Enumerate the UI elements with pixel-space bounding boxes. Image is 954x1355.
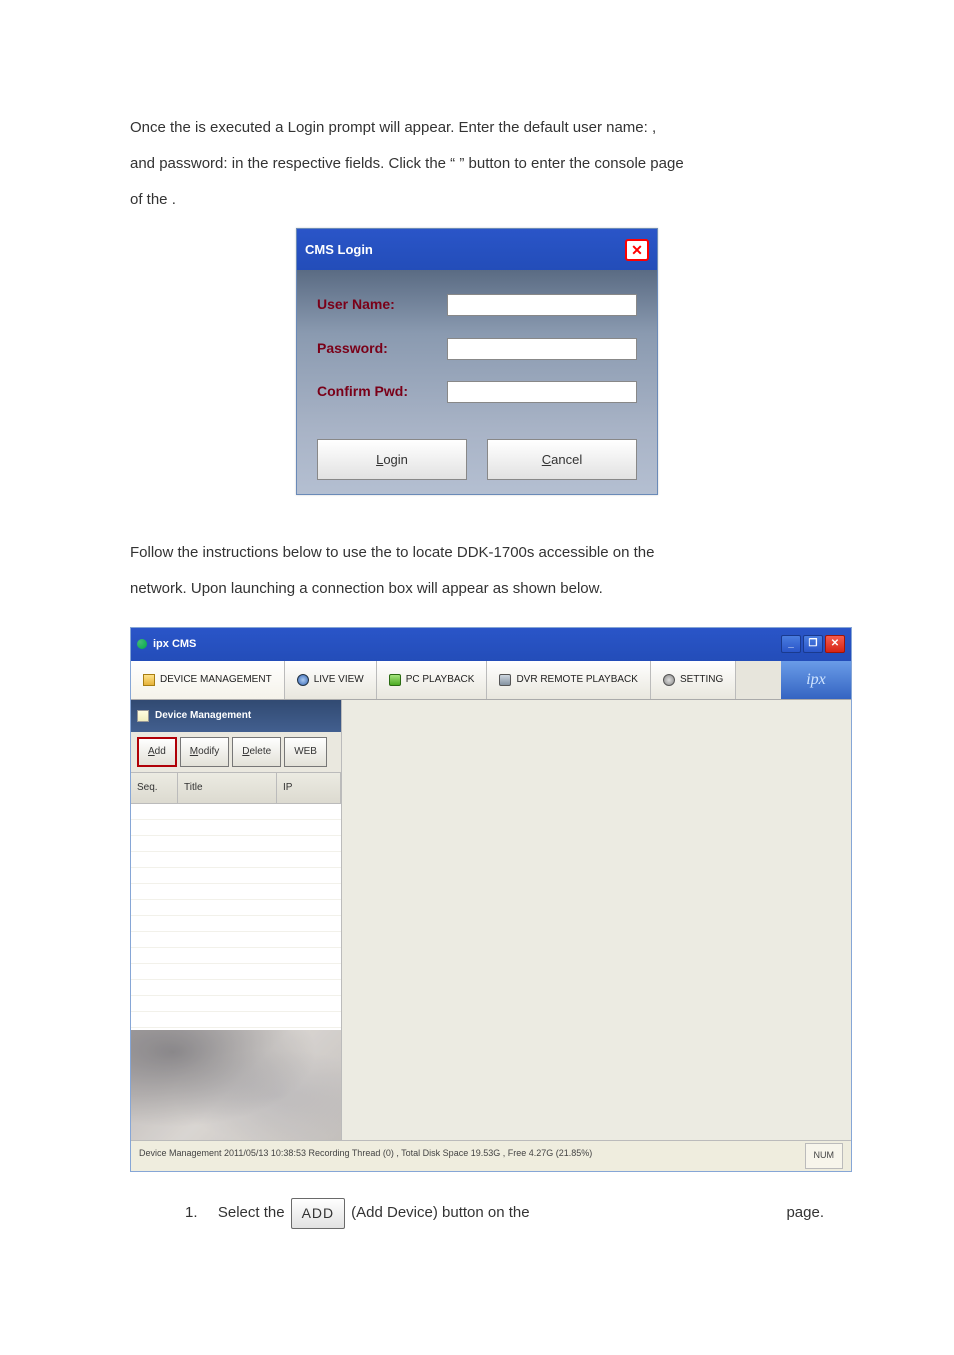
username-input[interactable] bbox=[447, 294, 637, 316]
tab-device-management[interactable]: DEVICE MANAGEMENT bbox=[131, 661, 285, 699]
tab-label: PC PLAYBACK bbox=[406, 668, 475, 692]
text: a connection box will appear as shown be… bbox=[299, 580, 603, 597]
cms-login-titlebar: CMS Login ✕ bbox=[297, 229, 657, 270]
device-list-header: Seq. Title IP bbox=[131, 772, 341, 804]
text: , bbox=[652, 119, 656, 136]
folder-icon bbox=[143, 674, 155, 686]
step-number: 1. bbox=[185, 1202, 198, 1225]
col-title: Title bbox=[178, 773, 277, 803]
list-icon bbox=[137, 710, 149, 722]
delete-button[interactable]: Delete bbox=[232, 737, 281, 767]
tab-pc-playback[interactable]: PC PLAYBACK bbox=[377, 661, 488, 699]
disk-icon bbox=[499, 674, 511, 686]
text: in the respective fields. Click the “ bbox=[232, 155, 455, 172]
confirmpwd-input[interactable] bbox=[447, 381, 637, 403]
cms-titlebar: ipx CMS _ ❐ ✕ bbox=[131, 628, 851, 660]
text: to locate DDK-1700s accessible on the bbox=[396, 544, 654, 561]
left-panel: Device Management Add Modify Delete WEB … bbox=[131, 700, 342, 1140]
device-list-body[interactable] bbox=[131, 804, 341, 1030]
username-label: User Name: bbox=[317, 288, 447, 322]
confirmpwd-label: Confirm Pwd: bbox=[317, 375, 447, 409]
text: Once the bbox=[130, 119, 195, 136]
modify-button[interactable]: Modify bbox=[180, 737, 229, 767]
text: network. Upon launching bbox=[130, 580, 299, 597]
gear-icon bbox=[663, 674, 675, 686]
close-icon[interactable]: ✕ bbox=[825, 635, 845, 653]
password-label: Password: bbox=[317, 332, 447, 366]
cancel-button[interactable]: Cancel bbox=[487, 439, 637, 480]
col-ip: IP bbox=[277, 773, 341, 803]
app-icon bbox=[137, 639, 147, 649]
status-bar: Device Management 2011/05/13 10:38:53 Re… bbox=[131, 1140, 851, 1171]
login-button[interactable]: Login bbox=[317, 439, 467, 480]
tab-dvr-remote-playback[interactable]: DVR REMOTE PLAYBACK bbox=[487, 661, 651, 699]
tab-setting[interactable]: SETTING bbox=[651, 661, 736, 699]
text: and password: bbox=[130, 155, 232, 172]
text: (Add Device) button on the bbox=[351, 1202, 529, 1225]
cms-login-title: CMS Login bbox=[305, 234, 373, 265]
ipx-cms-window: ipx CMS _ ❐ ✕ DEVICE MANAGEMENT LIVE VIE… bbox=[130, 627, 852, 1171]
minimize-icon[interactable]: _ bbox=[781, 635, 801, 653]
text: page. bbox=[786, 1202, 824, 1225]
decorative-image bbox=[131, 1030, 341, 1140]
panel-title: Device Management bbox=[131, 700, 341, 732]
text: . bbox=[172, 191, 176, 208]
cms-tabbar: DEVICE MANAGEMENT LIVE VIEW PC PLAYBACK … bbox=[131, 661, 851, 700]
globe-icon bbox=[297, 674, 309, 686]
add-button[interactable]: Add bbox=[137, 737, 177, 767]
cms-login-dialog: CMS Login ✕ User Name: Password: Confirm… bbox=[296, 228, 658, 495]
cms-window-title: ipx CMS bbox=[153, 631, 196, 657]
text: ” button to enter the console page bbox=[459, 155, 683, 172]
text: Follow the instructions below to use the bbox=[130, 544, 396, 561]
tab-label: SETTING bbox=[680, 668, 723, 692]
text: is executed a Login prompt will appear. … bbox=[195, 119, 652, 136]
intro-paragraph: Once the is executed a Login prompt will… bbox=[130, 110, 824, 218]
tab-label: DVR REMOTE PLAYBACK bbox=[516, 668, 638, 692]
maximize-icon[interactable]: ❐ bbox=[803, 635, 823, 653]
web-button[interactable]: WEB bbox=[284, 737, 327, 767]
status-text: Device Management 2011/05/13 10:38:53 Re… bbox=[139, 1143, 592, 1169]
text: of the bbox=[130, 191, 172, 208]
instructions-paragraph: Follow the instructions below to use the… bbox=[130, 535, 824, 607]
add-device-button[interactable]: ADD bbox=[291, 1198, 346, 1229]
close-icon[interactable]: ✕ bbox=[625, 239, 649, 261]
play-icon bbox=[389, 674, 401, 686]
tab-live-view[interactable]: LIVE VIEW bbox=[285, 661, 377, 699]
numlock-indicator: NUM bbox=[805, 1143, 844, 1169]
col-seq: Seq. bbox=[131, 773, 178, 803]
ipx-logo: ipx bbox=[781, 661, 851, 699]
text: Select the bbox=[218, 1202, 285, 1225]
panel-title-label: Device Management bbox=[155, 704, 251, 728]
password-input[interactable] bbox=[447, 338, 637, 360]
tab-label: DEVICE MANAGEMENT bbox=[160, 668, 272, 692]
tab-label: LIVE VIEW bbox=[314, 668, 364, 692]
right-panel bbox=[342, 700, 851, 1140]
step-1: 1. Select the ADD (Add Device) button on… bbox=[185, 1198, 824, 1229]
